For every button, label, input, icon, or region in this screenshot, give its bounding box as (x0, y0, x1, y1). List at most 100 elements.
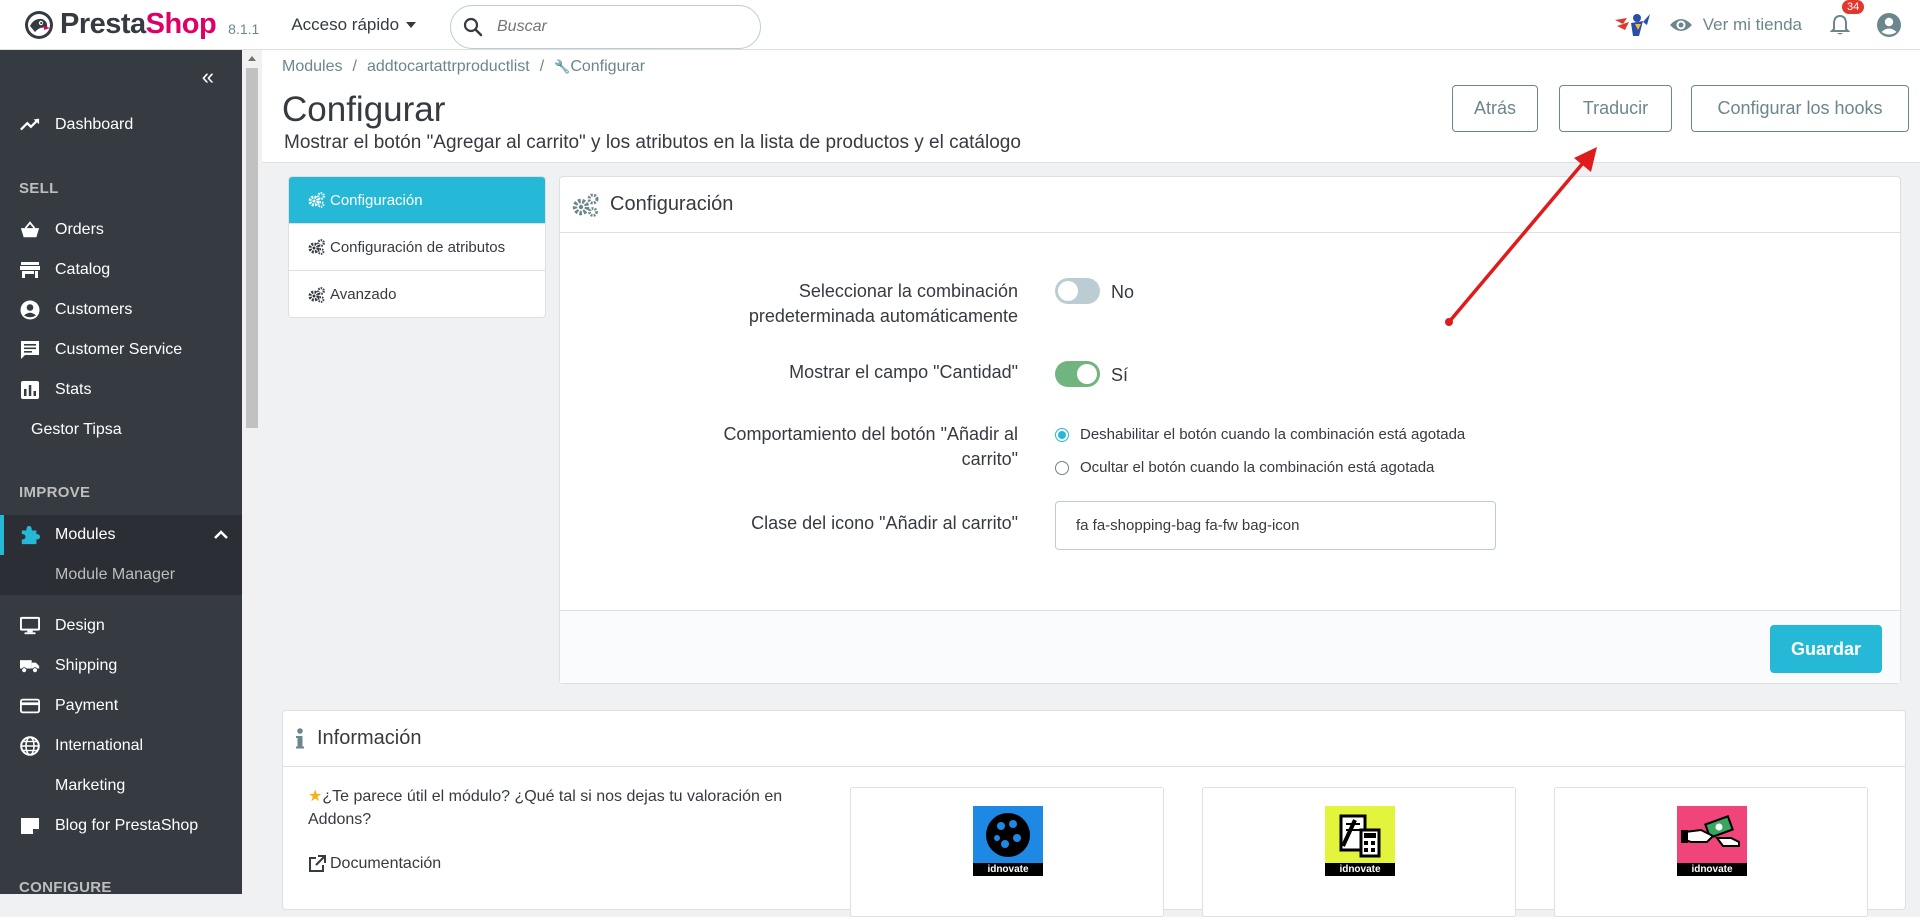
note-icon (20, 817, 40, 835)
auto-combination-value: No (1111, 282, 1135, 302)
sidebar-item-international[interactable]: International (0, 726, 242, 766)
addon-card-3[interactable]: idnovate (1554, 787, 1868, 917)
quick-access-label: Acceso rápido (291, 14, 400, 34)
idnovate-addon-logo: idnovate (973, 806, 1043, 876)
information-panel: Información ★¿Te parece útil el módulo? … (282, 710, 1906, 917)
sidebar-item-customer-service[interactable]: Customer Service (0, 330, 242, 370)
truck-icon (20, 657, 40, 675)
tab-label: Avanzado (330, 286, 397, 303)
account-circle-icon (20, 300, 40, 320)
sidebar-item-label: Customer Service (55, 341, 183, 358)
addon-card-2[interactable]: idnovate (1202, 787, 1516, 917)
sidebar-item-label: Orders (55, 221, 104, 238)
dice-icon (986, 813, 1030, 857)
version-label: 8.1.1 (228, 20, 260, 37)
panel-header: Configuración (560, 177, 1900, 233)
sidebar-item-module-manager[interactable]: Module Manager (0, 555, 242, 595)
bell-icon (1830, 14, 1850, 35)
cogs-icon (308, 239, 325, 255)
auto-combination-switch[interactable] (1055, 278, 1100, 304)
breadcrumb-modules[interactable]: Modules (282, 58, 342, 75)
sidebar-item-label: Shipping (55, 657, 118, 674)
sidebar-item-modules[interactable]: Modules (0, 515, 242, 555)
sidebar-item-orders[interactable]: Orders (0, 210, 242, 250)
sidebar: « Dashboard SELL Orders Catalog Customer… (0, 50, 242, 896)
tab-avanzado[interactable]: Avanzado (289, 271, 545, 317)
collapse-sidebar-icon[interactable]: « (202, 64, 214, 90)
prestashop-logo[interactable]: PrestaShop (24, 0, 217, 50)
translate-button[interactable]: Traducir (1559, 85, 1672, 132)
star-icon: ★ (308, 788, 323, 805)
quick-access-dropdown[interactable]: Acceso rápido (291, 14, 417, 35)
page-title: Configurar (282, 90, 446, 129)
sidebar-item-label: Modules (55, 526, 116, 543)
sidebar-section-configure: CONFIGURE (19, 879, 112, 896)
radio-hide-button[interactable]: Ocultar el botón cuando la combinación e… (1055, 459, 1434, 476)
tab-label: Configuración de atributos (330, 238, 506, 256)
radio-disable-button[interactable]: Deshabilitar el botón cuando la combinac… (1055, 426, 1465, 443)
desktop-icon (20, 616, 40, 636)
tab-configuracion[interactable]: Configuración (289, 177, 545, 224)
sidebar-item-label: Customers (55, 301, 133, 318)
button-behavior-label: Comportamiento del botón "Añadir al carr… (723, 424, 1018, 469)
sidebar-item-dashboard[interactable]: Dashboard (0, 105, 242, 145)
info-title: Información (317, 727, 422, 749)
sidebar-item-stats[interactable]: Stats (0, 370, 242, 410)
superhero-icon[interactable] (1613, 10, 1651, 40)
cogs-icon (308, 192, 325, 208)
search-input[interactable] (497, 18, 727, 36)
panel-footer: Guardar (560, 610, 1900, 683)
tab-configuracion-atributos[interactable]: Configuración de atributos (289, 224, 545, 271)
info-header: Información (283, 711, 1905, 767)
icon-class-input[interactable] (1055, 501, 1496, 550)
info-icon (296, 727, 304, 748)
notifications-button[interactable]: 34 (1830, 0, 1865, 36)
brand-text: Presta (60, 8, 146, 40)
back-button[interactable]: Atrás (1452, 85, 1538, 132)
view-shop-link[interactable]: Ver mi tienda (1669, 15, 1802, 35)
radio-label: Ocultar el botón cuando la combinación e… (1080, 459, 1435, 476)
search-box[interactable] (450, 5, 761, 49)
show-quantity-switch[interactable] (1055, 361, 1100, 387)
account-button[interactable] (1876, 12, 1902, 38)
cogs-icon (572, 193, 599, 217)
sidebar-item-customers[interactable]: Customers (0, 290, 242, 330)
rate-module-text[interactable]: ★¿Te parece útil el módulo? ¿Qué tal si … (308, 785, 828, 831)
store-icon (20, 261, 40, 279)
brand-text-accent: Shop (145, 8, 217, 40)
topbar-right: Ver mi tienda 34 (1613, 0, 1920, 50)
notifications-badge: 34 (1842, 0, 1865, 14)
sidebar-item-shipping[interactable]: Shipping (0, 646, 242, 686)
idnovate-label: idnovate (1677, 863, 1747, 876)
sidebar-section-sell: SELL (19, 180, 59, 197)
sidebar-item-label: International (55, 737, 144, 754)
config-tabs: Configuración Configuración de atributos… (288, 176, 546, 318)
sidebar-item-gestor-tipsa[interactable]: Gestor Tipsa (31, 421, 122, 439)
scrollbar-thumb[interactable] (246, 68, 258, 428)
configuration-panel: Configuración Seleccionar la combinación… (559, 176, 1901, 684)
invoice-calculator-icon (1339, 814, 1381, 858)
chat-icon (20, 340, 40, 360)
icon-class-label: Clase del icono "Añadir al carrito" (751, 513, 1018, 533)
sidebar-item-catalog[interactable]: Catalog (0, 250, 242, 290)
sidebar-item-blog[interactable]: Blog for PrestaShop (0, 806, 242, 846)
top-bar: PrestaShop 8.1.1 Acceso rápido Ver mi (0, 0, 1920, 50)
addon-card-1[interactable]: idnovate (850, 787, 1164, 917)
puzzle-icon (20, 524, 40, 546)
show-quantity-value: Sí (1111, 365, 1129, 385)
sidebar-item-design[interactable]: Design (0, 606, 242, 646)
documentation-link[interactable]: Documentación (308, 855, 441, 873)
scroll-up-arrow-icon[interactable] (248, 56, 256, 61)
sidebar-scrollbar[interactable] (242, 50, 262, 894)
configure-hooks-button[interactable]: Configurar los hooks (1691, 85, 1909, 132)
sidebar-item-payment[interactable]: Payment (0, 686, 242, 726)
sidebar-item-marketing[interactable]: Marketing (0, 766, 242, 806)
radio-label: Deshabilitar el botón cuando la combinac… (1080, 426, 1466, 443)
save-button[interactable]: Guardar (1770, 625, 1882, 673)
breadcrumb-module-name[interactable]: addtocartattrproductlist (367, 58, 530, 75)
chevron-up-icon (214, 530, 228, 539)
auto-combination-label: Seleccionar la combinación predeterminad… (748, 281, 1018, 326)
globe-icon (20, 736, 40, 756)
radio-dot (1055, 460, 1069, 475)
bar-chart-icon (20, 381, 40, 399)
